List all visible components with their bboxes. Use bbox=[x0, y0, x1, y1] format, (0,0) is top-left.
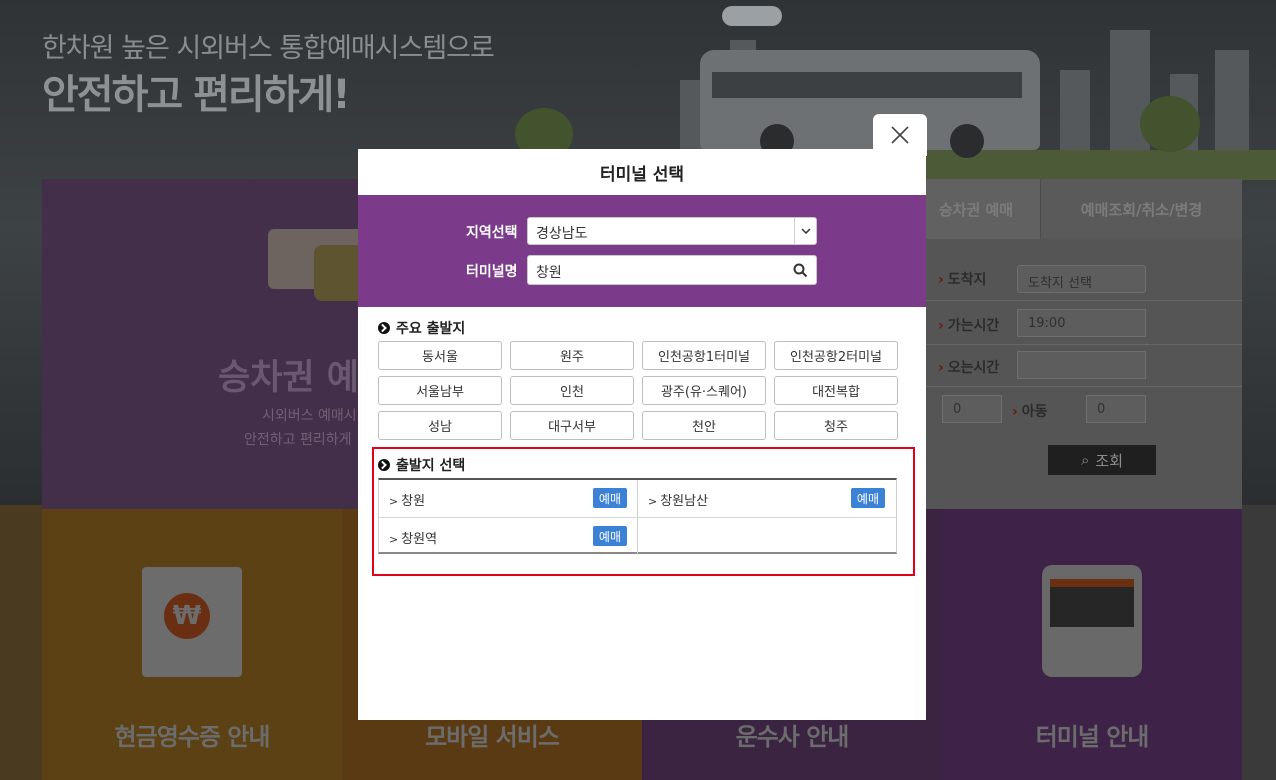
receipt-icon: ₩ bbox=[142, 567, 242, 677]
hero-title: 안전하고 편리하게! bbox=[42, 72, 351, 118]
promo-title: 승차권 예 bbox=[218, 358, 359, 398]
major-terminal-button[interactable]: 서울남부 bbox=[378, 376, 502, 405]
bus-illustration bbox=[700, 50, 1040, 158]
departure-item[interactable]: > 창원역 예매 bbox=[379, 518, 637, 555]
departure-name[interactable]: > 창원남산 bbox=[648, 490, 708, 509]
arrival-label: › 도착지 bbox=[938, 272, 987, 288]
child-label: › 아동 bbox=[1012, 404, 1048, 420]
empty-cell bbox=[637, 518, 895, 555]
promo-line-1: 시외버스 예매시 bbox=[262, 408, 357, 424]
close-icon bbox=[891, 126, 909, 144]
search-tabs: 승차권 예매 예매조회/취소/변경 bbox=[912, 179, 1242, 239]
search-icon: ⌕ bbox=[1080, 451, 1090, 469]
hero-subtitle: 한차원 높은 시외버스 통합예매시스템으로 bbox=[42, 33, 495, 64]
return-time-row: › 오는시간 bbox=[912, 345, 1242, 387]
table-row: > 창원역 예매 bbox=[379, 517, 896, 555]
search-button[interactable]: ⌕ 조회 bbox=[1048, 445, 1156, 475]
arrival-select[interactable]: 도착지 선택 bbox=[1017, 265, 1146, 293]
major-terminal-button[interactable]: 천안 bbox=[642, 411, 766, 440]
modal-title: 터미널 선택 bbox=[599, 164, 685, 185]
major-terminal-button[interactable]: 인천공항1터미널 bbox=[642, 341, 766, 370]
reserve-button[interactable]: 예매 bbox=[592, 526, 627, 546]
major-terminal-button[interactable]: 원주 bbox=[510, 341, 634, 370]
major-terminal-button[interactable]: 인천공항2터미널 bbox=[774, 341, 898, 370]
major-terminal-grid: 동서울 원주 인천공항1터미널 인천공항2터미널 서울남부 인천 광주(유·스퀘… bbox=[378, 341, 906, 440]
tile-terminal-info[interactable]: 터미널 안내 bbox=[942, 509, 1242, 780]
departure-item[interactable]: > 창원 예매 bbox=[379, 480, 637, 517]
adult-count-select[interactable]: 0 bbox=[942, 395, 1002, 423]
tile-label: 터미널 안내 bbox=[1035, 723, 1150, 751]
search-icon[interactable] bbox=[793, 263, 808, 282]
depart-time-label: › 가는시간 bbox=[938, 318, 1000, 334]
tab-ticket-booking[interactable]: 승차권 예매 bbox=[912, 179, 1040, 239]
major-departures-heading: 주요 출발지 bbox=[378, 318, 465, 338]
depart-time-row: › 가는시간 19:00 bbox=[912, 303, 1242, 345]
tile-label: 현금영수증 안내 bbox=[114, 723, 271, 751]
major-terminal-button[interactable]: 인천 bbox=[510, 376, 634, 405]
arrival-row: › 도착지 도착지 선택 bbox=[912, 259, 1242, 301]
tree-decoration bbox=[1140, 96, 1200, 152]
bullet-arrow-icon bbox=[378, 322, 390, 334]
tile-label: 운수사 안내 bbox=[735, 723, 850, 751]
major-terminal-button[interactable]: 대전복합 bbox=[774, 376, 898, 405]
table-row: > 창원 예매 > 창원남산 예매 bbox=[379, 480, 896, 517]
tab-booking-lookup[interactable]: 예매조회/취소/변경 bbox=[1040, 179, 1242, 239]
ticket-promo-panel: 승차권 예 시외버스 예매시 안전하고 편리하게 bbox=[42, 179, 360, 509]
chevron-right-icon: > bbox=[389, 533, 399, 546]
departure-list-table: > 창원 예매 > 창원남산 예매 > 창원역 예매 bbox=[378, 478, 897, 555]
tile-label: 모바일 서비스 bbox=[425, 723, 560, 751]
departure-name[interactable]: > 창원역 bbox=[389, 528, 437, 547]
bus-front-icon bbox=[1042, 565, 1142, 677]
child-count-select[interactable]: 0 bbox=[1086, 395, 1146, 423]
major-terminal-button[interactable]: 광주(유·스퀘어) bbox=[642, 376, 766, 405]
return-time-select[interactable] bbox=[1017, 351, 1146, 379]
promo-line-2: 안전하고 편리하게 bbox=[244, 432, 352, 448]
departure-name[interactable]: > 창원 bbox=[389, 490, 425, 509]
ticket-search-panel: 승차권 예매 예매조회/취소/변경 › 도착지 도착지 선택 › 가는시간 19:0… bbox=[912, 179, 1242, 509]
major-terminal-button[interactable]: 청주 bbox=[774, 411, 898, 440]
major-terminal-button[interactable]: 동서울 bbox=[378, 341, 502, 370]
chevron-right-icon: > bbox=[648, 495, 658, 508]
region-label: 지역선택 bbox=[466, 225, 518, 241]
reserve-button[interactable]: 예매 bbox=[850, 488, 885, 508]
chevron-right-icon: > bbox=[389, 495, 399, 508]
terminal-name-input[interactable]: 창원 bbox=[527, 255, 817, 285]
major-terminal-button[interactable]: 대구서부 bbox=[510, 411, 634, 440]
terminal-select-modal: 터미널 선택 지역선택 경상남도 터미널명 창원 주요 출발지 동서울 원주 인… bbox=[358, 149, 926, 720]
tile-cash-receipt[interactable]: ₩ 현금영수증 안내 bbox=[42, 509, 342, 780]
region-select[interactable]: 경상남도 bbox=[527, 217, 817, 245]
terminal-filter-bar: 지역선택 경상남도 터미널명 창원 bbox=[358, 195, 926, 307]
bullet-arrow-icon bbox=[378, 459, 390, 471]
won-icon: ₩ bbox=[164, 593, 210, 639]
departure-select-heading: 출발지 선택 bbox=[378, 455, 465, 475]
return-time-label: › 오는시간 bbox=[938, 360, 1000, 376]
bus-icon bbox=[314, 245, 360, 301]
terminal-name-label: 터미널명 bbox=[466, 264, 518, 280]
depart-time-select[interactable]: 19:00 bbox=[1017, 309, 1146, 337]
departure-item[interactable]: > 창원남산 예매 bbox=[637, 480, 895, 517]
chevron-down-icon bbox=[794, 218, 816, 244]
reserve-button[interactable]: 예매 bbox=[592, 488, 627, 508]
major-terminal-button[interactable]: 성남 bbox=[378, 411, 502, 440]
passenger-row: 0 › 아동 0 bbox=[912, 389, 1242, 431]
